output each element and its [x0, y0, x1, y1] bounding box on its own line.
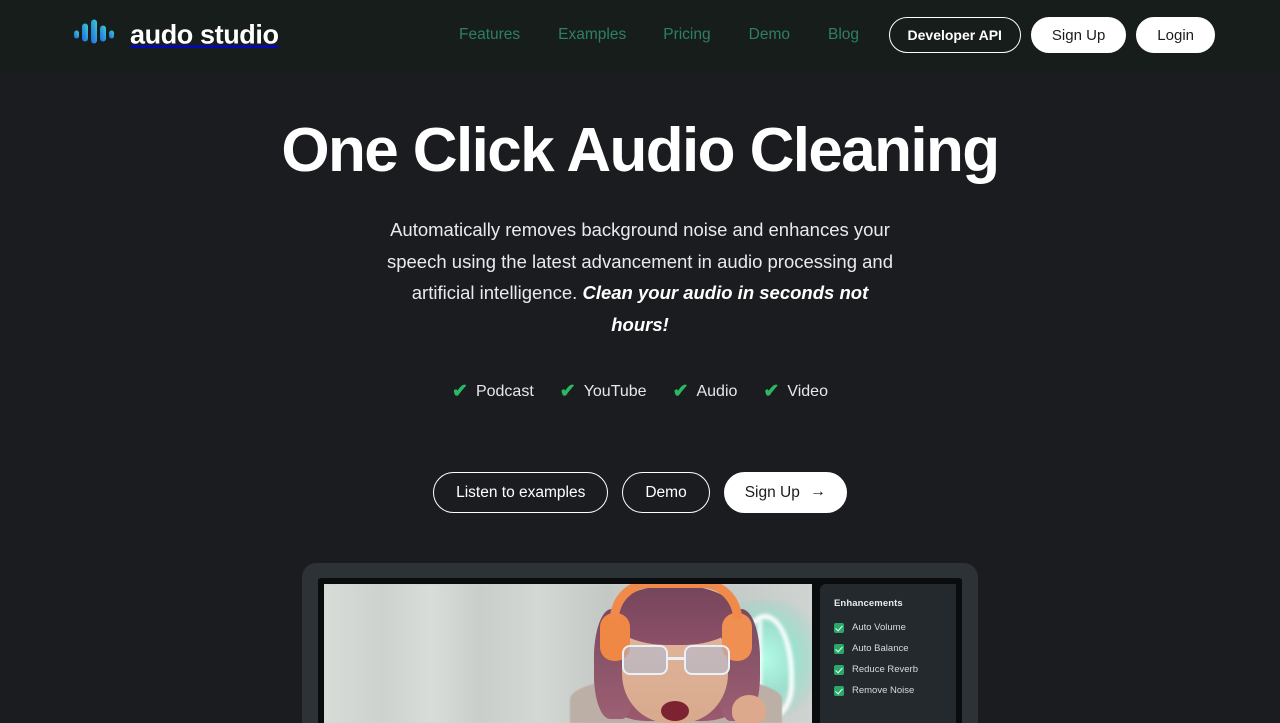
glasses-icon — [622, 645, 730, 675]
nav-link-examples[interactable]: Examples — [558, 26, 626, 44]
enhancement-row-auto-balance[interactable]: Auto Balance — [834, 643, 956, 654]
header-actions: Developer API Sign Up Login — [888, 17, 1215, 53]
hero-subtitle: Automatically removes background noise a… — [385, 214, 895, 341]
check-icon: ✔ — [559, 380, 576, 402]
waveform-icon — [74, 18, 118, 53]
cta-button-row: Listen to examples Demo Sign Up → — [0, 471, 1280, 513]
check-icon: ✔ — [763, 380, 780, 402]
person-figure — [560, 584, 790, 723]
hero-sign-up-button[interactable]: Sign Up → — [723, 471, 847, 513]
main-navigation: Features Examples Pricing Demo Blog — [459, 0, 859, 70]
feature-tag-audio: ✔ Audio — [672, 380, 738, 402]
checkbox-checked-icon[interactable] — [834, 664, 844, 675]
enhancement-label: Reduce Reverb — [852, 664, 919, 675]
brand-wordmark: audo studio — [130, 19, 279, 50]
hero-section: One Click Audio Cleaning Automatically r… — [0, 70, 1280, 513]
demo-button[interactable]: Demo — [622, 471, 710, 513]
headphone-band — [610, 584, 742, 619]
feature-tag-podcast: ✔ Podcast — [452, 380, 534, 402]
enhancements-title: Enhancements — [834, 598, 903, 609]
developer-api-button[interactable]: Developer API — [888, 17, 1021, 53]
feature-tag-label: YouTube — [583, 383, 647, 401]
feature-tag-list: ✔ Podcast ✔ YouTube ✔ Audio ✔ Video — [0, 380, 1280, 402]
checkbox-checked-icon[interactable] — [834, 622, 844, 633]
nav-link-demo[interactable]: Demo — [749, 26, 790, 44]
enhancements-panel: Enhancements Auto Volume Auto Balance Re… — [820, 584, 956, 723]
feature-tag-label: Podcast — [475, 383, 534, 401]
check-icon: ✔ — [672, 380, 689, 402]
enhancement-row-auto-volume[interactable]: Auto Volume — [834, 622, 956, 633]
hero-sign-up-label: Sign Up — [744, 483, 800, 501]
enhancement-row-reduce-reverb[interactable]: Reduce Reverb — [834, 664, 956, 675]
video-preview[interactable] — [324, 584, 812, 723]
enhancement-label: Remove Noise — [852, 685, 915, 696]
hero-subtitle-accent: Clean your audio in seconds not hours! — [582, 282, 869, 336]
nav-link-pricing[interactable]: Pricing — [663, 26, 710, 44]
header-login-button[interactable]: Login — [1136, 17, 1215, 53]
check-icon: ✔ — [452, 380, 468, 402]
nav-link-blog[interactable]: Blog — [828, 26, 859, 44]
feature-tag-label: Video — [787, 383, 828, 401]
site-header: audo studio Features Examples Pricing De… — [0, 0, 1280, 70]
arrow-right-icon: → — [809, 483, 826, 501]
feature-tag-youtube: ✔ YouTube — [559, 380, 647, 402]
enhancement-row-remove-noise[interactable]: Remove Noise — [834, 685, 956, 696]
checkbox-checked-icon[interactable] — [834, 685, 844, 696]
brand-logo[interactable]: audo studio — [74, 18, 279, 53]
nav-link-features[interactable]: Features — [459, 26, 520, 44]
laptop-mockup: Enhancements Auto Volume Auto Balance Re… — [302, 563, 978, 723]
laptop-screen: Enhancements Auto Volume Auto Balance Re… — [318, 578, 962, 723]
page-title: One Click Audio Cleaning — [281, 116, 1000, 185]
header-sign-up-button[interactable]: Sign Up — [1030, 17, 1127, 53]
checkbox-checked-icon[interactable] — [834, 643, 844, 654]
listen-to-examples-button[interactable]: Listen to examples — [433, 471, 609, 513]
enhancement-label: Auto Balance — [852, 643, 909, 654]
feature-tag-video: ✔ Video — [763, 380, 828, 402]
feature-tag-label: Audio — [696, 383, 738, 401]
enhancement-label: Auto Volume — [852, 622, 906, 633]
